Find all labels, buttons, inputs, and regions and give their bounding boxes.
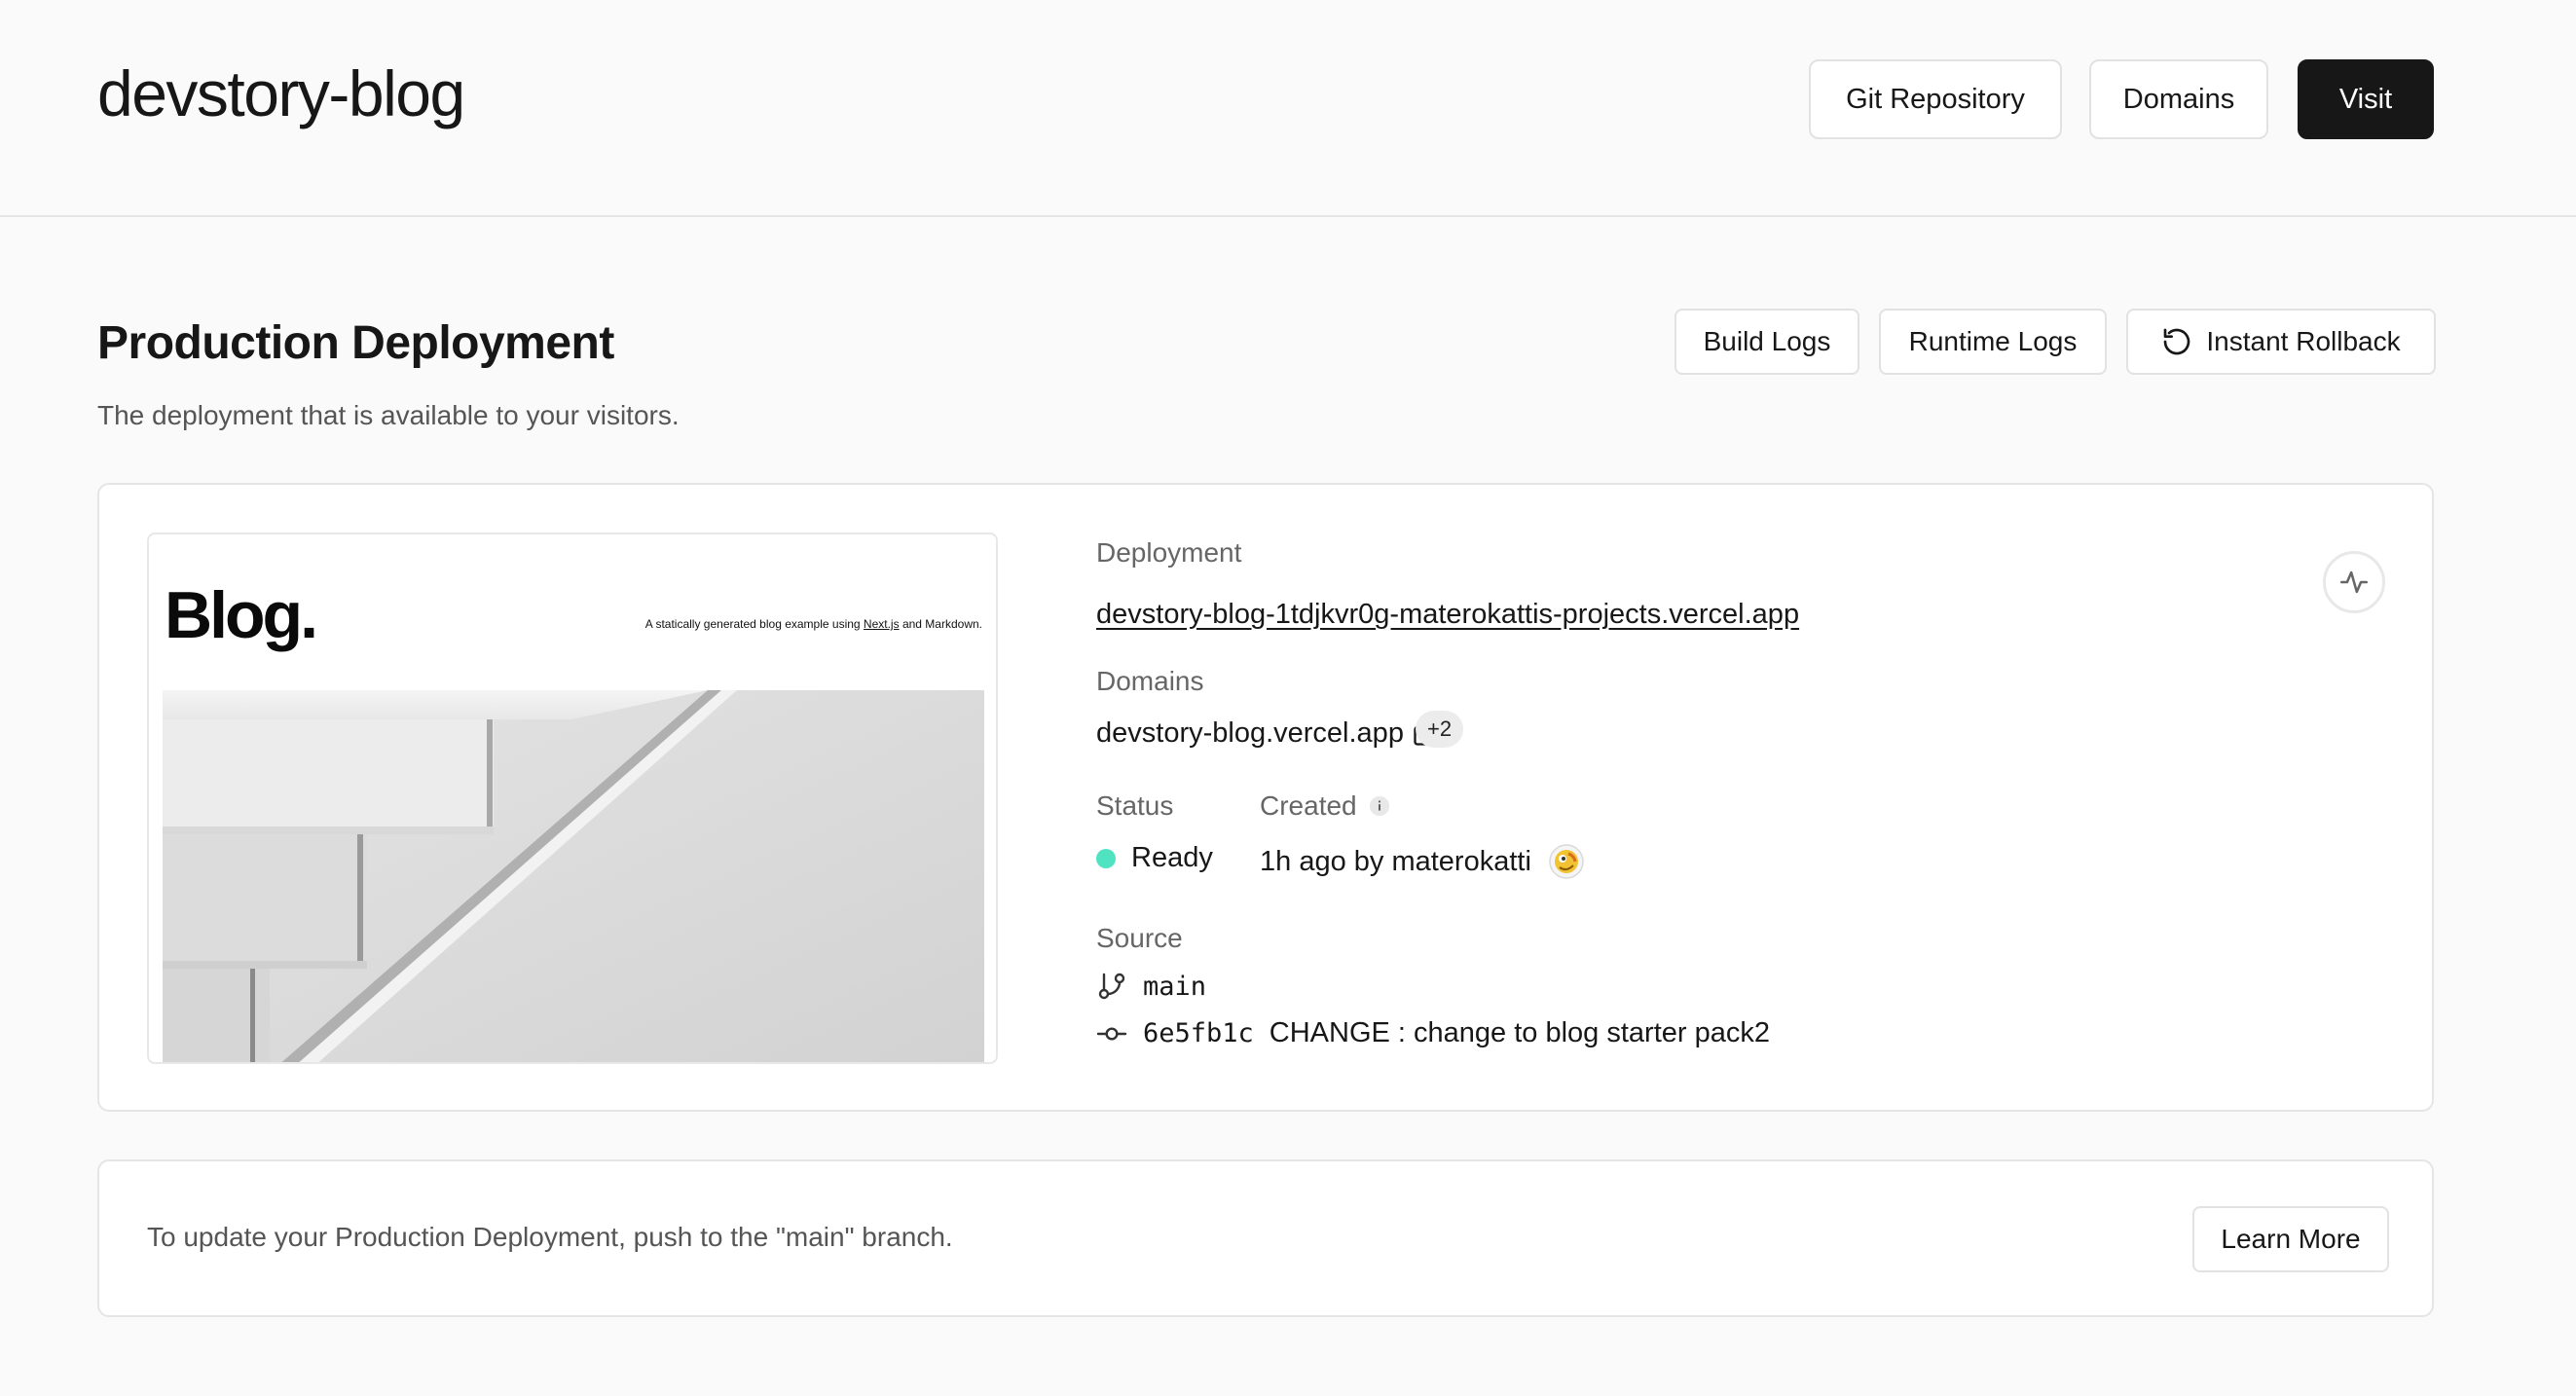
project-title: devstory-blog — [97, 57, 465, 129]
status-label: Status — [1096, 790, 1174, 821]
runtime-logs-button[interactable]: Runtime Logs — [1879, 309, 2107, 375]
domains-label: Domains — [2122, 83, 2235, 115]
deployment-label: Deployment — [1096, 537, 1242, 568]
deployment-card: Blog. A statically generated blog exampl… — [97, 483, 2434, 1112]
domains-label: Domains — [1096, 666, 1204, 696]
git-commit-icon — [1096, 1018, 1127, 1049]
preview-tagline-link: Next.js — [863, 617, 900, 631]
preview-tagline-before: A statically generated blog example usin… — [644, 617, 864, 631]
source-branch[interactable]: main — [1096, 971, 1206, 1002]
git-repository-label: Git Repository — [1846, 83, 2025, 115]
domains-button[interactable]: Domains — [2089, 59, 2268, 139]
visit-label: Visit — [2338, 83, 2393, 115]
learn-more-button[interactable]: Learn More — [2192, 1206, 2389, 1272]
instant-rollback-label: Instant Rollback — [2206, 326, 2401, 356]
section-subtitle: The deployment that is available to your… — [97, 400, 680, 430]
source-label: Source — [1096, 923, 1183, 953]
git-branch-icon — [1096, 971, 1127, 1002]
deployment-url-link[interactable]: devstory-blog-1tdjkvr0g-materokattis-pro… — [1096, 599, 1799, 631]
status-text: Ready — [1131, 842, 1213, 873]
project-header: devstory-blog Git Repository Domains Vis… — [0, 0, 2576, 217]
source-commit[interactable]: 6e5fb1c CHANGE : change to blog starter … — [1096, 1017, 1770, 1049]
created-value: 1h ago by materokatti — [1260, 844, 1584, 879]
learn-more-label: Learn More — [2221, 1224, 2361, 1254]
deployment-preview[interactable]: Blog. A statically generated blog exampl… — [147, 533, 998, 1064]
activity-icon[interactable] — [2323, 551, 2385, 613]
build-logs-button[interactable]: Build Logs — [1674, 309, 1859, 375]
update-info-card: To update your Production Deployment, pu… — [97, 1159, 2434, 1317]
runtime-logs-label: Runtime Logs — [1908, 326, 2078, 356]
preview-logo: Blog. — [165, 578, 318, 652]
created-text: 1h ago by materokatti — [1260, 845, 1531, 877]
preview-tagline-after: and Markdown. — [899, 617, 982, 631]
domain-link[interactable]: devstory-blog.vercel.app — [1096, 717, 1439, 750]
preview-tagline: A statically generated blog example usin… — [645, 617, 982, 631]
info-icon[interactable] — [1369, 795, 1390, 817]
visit-button[interactable]: Visit — [2298, 59, 2434, 139]
section-title: Production Deployment — [97, 317, 614, 369]
commit-message: CHANGE : change to blog starter pack2 — [1269, 1017, 1770, 1048]
created-label: Created — [1260, 790, 1357, 821]
rollback-icon — [2161, 326, 2192, 357]
commit-hash: 6e5fb1c — [1143, 1018, 1254, 1048]
git-repository-button[interactable]: Git Repository — [1809, 59, 2062, 139]
created-label-group: Created — [1260, 790, 1390, 822]
status-value: Ready — [1096, 842, 1213, 874]
update-info-text: To update your Production Deployment, pu… — [147, 1222, 953, 1252]
build-logs-label: Build Logs — [1703, 326, 1831, 356]
avatar[interactable] — [1549, 844, 1584, 879]
domain-text: devstory-blog.vercel.app — [1096, 717, 1404, 749]
instant-rollback-button[interactable]: Instant Rollback — [2126, 309, 2436, 375]
branch-name: main — [1143, 971, 1207, 1002]
preview-hero-image — [163, 690, 984, 1062]
extra-domains-badge[interactable]: +2 — [1416, 711, 1464, 748]
status-dot — [1096, 848, 1116, 868]
